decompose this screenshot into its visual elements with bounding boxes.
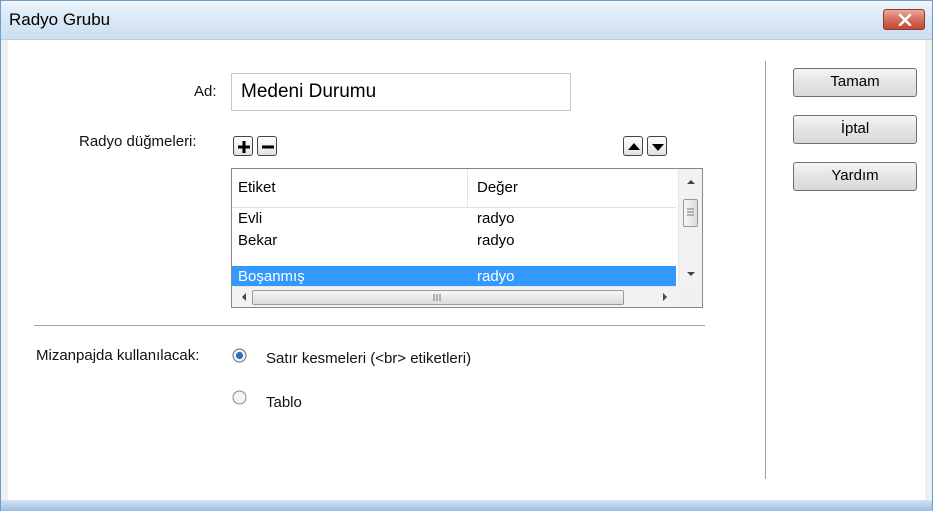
hscrollbar-thumb[interactable]: [252, 290, 624, 305]
column-header-value[interactable]: Değer: [477, 179, 518, 196]
list-item-selected[interactable]: Boşanmış radyo: [232, 266, 676, 288]
scroll-left-arrow-icon[interactable]: [235, 287, 253, 307]
item-value: radyo: [477, 210, 515, 227]
close-icon: [898, 14, 912, 26]
layout-label: Mizanpajda kullanılacak:: [36, 347, 200, 364]
scrollbar-thumb[interactable]: [683, 199, 698, 227]
add-item-button[interactable]: [233, 136, 253, 156]
dialog-window: Radyo Grubu Ad: Radyo düğmeleri:: [0, 0, 933, 511]
item-label: Bekar: [238, 232, 278, 249]
item-label: Evli: [238, 210, 263, 227]
scroll-up-arrow-icon[interactable]: [679, 173, 703, 191]
help-button[interactable]: Yardım: [793, 162, 917, 191]
radio-buttons-label: Radyo düğmeleri:: [79, 133, 197, 150]
vertical-scrollbar[interactable]: [678, 169, 703, 286]
list-header: Etiket Değer: [232, 169, 676, 208]
plus-icon: [238, 141, 250, 153]
grip-icon: [687, 208, 694, 216]
radio-table[interactable]: [232, 390, 247, 405]
close-button[interactable]: [883, 9, 925, 30]
window-bottom-frame: [1, 500, 932, 511]
column-header-label[interactable]: Etiket: [238, 179, 276, 196]
arrow-down-icon: [652, 144, 664, 151]
window-title: Radyo Grubu: [9, 10, 111, 29]
scrollbar-corner: [678, 286, 702, 307]
name-input[interactable]: [231, 73, 571, 111]
remove-item-button[interactable]: [257, 136, 277, 156]
column-separator[interactable]: [467, 169, 468, 207]
radio-checked-icon: [232, 348, 247, 363]
item-value: radyo: [477, 232, 515, 249]
arrow-up-icon: [628, 143, 640, 150]
list-item[interactable]: Evli radyo: [232, 208, 676, 230]
item-value: radyo: [477, 268, 515, 285]
horizontal-scrollbar[interactable]: [232, 286, 678, 307]
name-label: Ad:: [194, 83, 217, 100]
scroll-down-arrow-icon[interactable]: [679, 265, 703, 283]
item-label: Boşanmış: [238, 268, 305, 285]
list-item[interactable]: Bekar radyo: [232, 230, 676, 252]
move-up-button[interactable]: [623, 136, 643, 156]
radio-unchecked-icon: [232, 390, 247, 405]
title-bar[interactable]: Radyo Grubu: [1, 1, 932, 40]
minus-icon: [262, 145, 274, 149]
move-down-button[interactable]: [647, 136, 667, 156]
vertical-divider: [765, 61, 767, 479]
grip-icon: [433, 294, 441, 301]
cancel-button[interactable]: İptal: [793, 115, 917, 144]
scroll-right-arrow-icon[interactable]: [656, 287, 674, 307]
radio-line-breaks-label[interactable]: Satır kesmeleri (<br> etiketleri): [266, 350, 471, 367]
horizontal-divider: [34, 325, 705, 329]
radio-items-list[interactable]: Etiket Değer Evli radyo Bekar radyo Boşa…: [231, 168, 703, 308]
radio-table-label[interactable]: Tablo: [266, 394, 302, 411]
radio-line-breaks[interactable]: [232, 348, 247, 363]
ok-button[interactable]: Tamam: [793, 68, 917, 97]
